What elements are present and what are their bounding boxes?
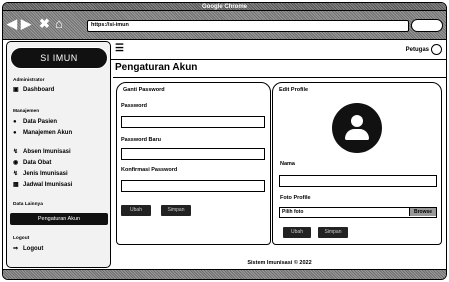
sidebar-item-label: Absen Imunisasi	[23, 149, 71, 155]
browse-button[interactable]: Browse	[409, 208, 436, 216]
title-divider	[113, 77, 446, 78]
new-password-field[interactable]	[121, 148, 265, 160]
password-field[interactable]	[121, 116, 265, 128]
sidebar-item-label: Data Pasien	[23, 119, 58, 125]
home-icon[interactable]: ⌂	[55, 17, 63, 31]
back-icon[interactable]: ◀	[7, 17, 17, 31]
sidebar-item-data-obat[interactable]: ◉ Data Obat	[13, 159, 51, 166]
top-navbar: ☰ Petugas	[111, 41, 446, 60]
sidebar-item-absen-imunisasi[interactable]: ↯ Absen Imunisasi	[13, 148, 71, 155]
password-save-button[interactable]: Simpan	[161, 205, 191, 216]
avatar-head	[351, 115, 363, 127]
syringe-icon: ↯	[13, 149, 19, 155]
window-title: Google Chrome	[201, 4, 247, 10]
profile-save-button[interactable]: Simpan	[318, 227, 348, 238]
photo-file-placeholder: Pilih foto	[282, 209, 304, 215]
name-field[interactable]	[279, 175, 437, 187]
sidebar-item-data-pasien[interactable]: ● Data Pasien	[13, 119, 57, 125]
password-submit-button[interactable]: Ubah	[121, 205, 151, 216]
footer: Sistem Imunisasi © 2022	[247, 260, 312, 266]
avatar-body	[345, 129, 369, 140]
sidebar-item-label: Jadwal Imunisasi	[23, 182, 73, 188]
new-password-label: Password Baru	[121, 137, 162, 143]
sidebar-item-dashboard[interactable]: ▣ Dashboard	[13, 86, 54, 93]
password-label: Password	[121, 103, 147, 109]
browser-menu-button[interactable]	[411, 19, 443, 32]
photo-label: Foto Profile	[280, 195, 311, 201]
hamburger-icon[interactable]: ☰	[115, 44, 124, 54]
sidebar-item-jenis-imunisasi[interactable]: ↯ Jenis Imunisasi	[13, 170, 68, 177]
pill-icon: ◉	[13, 160, 19, 166]
sidebar-item-manajemen-akun[interactable]: ● Manajemen Akun	[13, 130, 72, 136]
url-bar[interactable]: https://si-imun	[87, 20, 409, 32]
user-icon	[431, 44, 442, 55]
user-label: Petugas	[405, 47, 429, 54]
confirm-password-field[interactable]	[121, 180, 265, 192]
sidebar: SI IMUN Administrator ▣ Dashboard Manajem…	[6, 41, 111, 268]
browser-window: Google Chrome ◀ ▶ ✖ ⌂ https://si-imun SI…	[2, 2, 447, 280]
user-icon: ●	[13, 119, 17, 125]
calendar-icon: ▦	[13, 182, 19, 188]
close-icon[interactable]: ✖	[39, 17, 50, 31]
password-form: Password Password Baru Konfirmasi Passwo…	[121, 83, 268, 243]
name-label: Nama	[280, 161, 295, 167]
profile-card-title: Edit Profile	[279, 87, 309, 93]
dashboard-icon: ▣	[13, 87, 19, 93]
sidebar-item-pengaturan-akun[interactable]: Pengaturan Akun	[10, 213, 108, 225]
users-icon: ●	[13, 130, 17, 136]
user-menu[interactable]: Petugas	[406, 44, 442, 55]
bottom-bar	[3, 269, 446, 279]
sidebar-item-logout[interactable]: ⇒ Logout	[13, 245, 43, 252]
photo-file-input[interactable]: Pilih foto Browse	[279, 207, 437, 218]
browser-toolbar: ◀ ▶ ✖ ⌂ https://si-imun	[3, 11, 446, 40]
profile-submit-button[interactable]: Ubah	[283, 227, 311, 238]
section-administrator: Administrator	[13, 78, 45, 83]
avatar-icon	[332, 103, 382, 153]
sidebar-item-label: Manajemen Akun	[23, 130, 73, 136]
sidebar-item-label: Dashboard	[23, 87, 55, 93]
sidebar-item-label: Data Obat	[23, 160, 52, 166]
logout-icon: ⇒	[13, 246, 19, 252]
page-title: Pengaturan Akun	[115, 62, 198, 73]
password-card: Ganti Password Password Password Baru Ko…	[116, 82, 271, 245]
profile-card: Edit Profile Nama Foto Profile Pilih fot…	[272, 82, 442, 245]
sidebar-item-label: Logout	[23, 246, 44, 252]
forward-icon[interactable]: ▶	[21, 17, 31, 31]
section-data-lainnya: Data Lainnya	[13, 202, 43, 207]
sidebar-item-label: Jenis Imunisasi	[23, 171, 68, 177]
confirm-password-label: Konfirmasi Password	[121, 167, 178, 173]
section-manajemen: Manajemen	[13, 109, 40, 114]
title-bar: Google Chrome	[3, 3, 446, 11]
brand-logo[interactable]: SI IMUN	[10, 47, 108, 69]
syringe-icon: ↯	[13, 171, 19, 177]
section-logout: Logout	[13, 236, 30, 241]
sidebar-item-jadwal-imunisasi[interactable]: ▦ Jadwal Imunisasi	[13, 181, 72, 188]
